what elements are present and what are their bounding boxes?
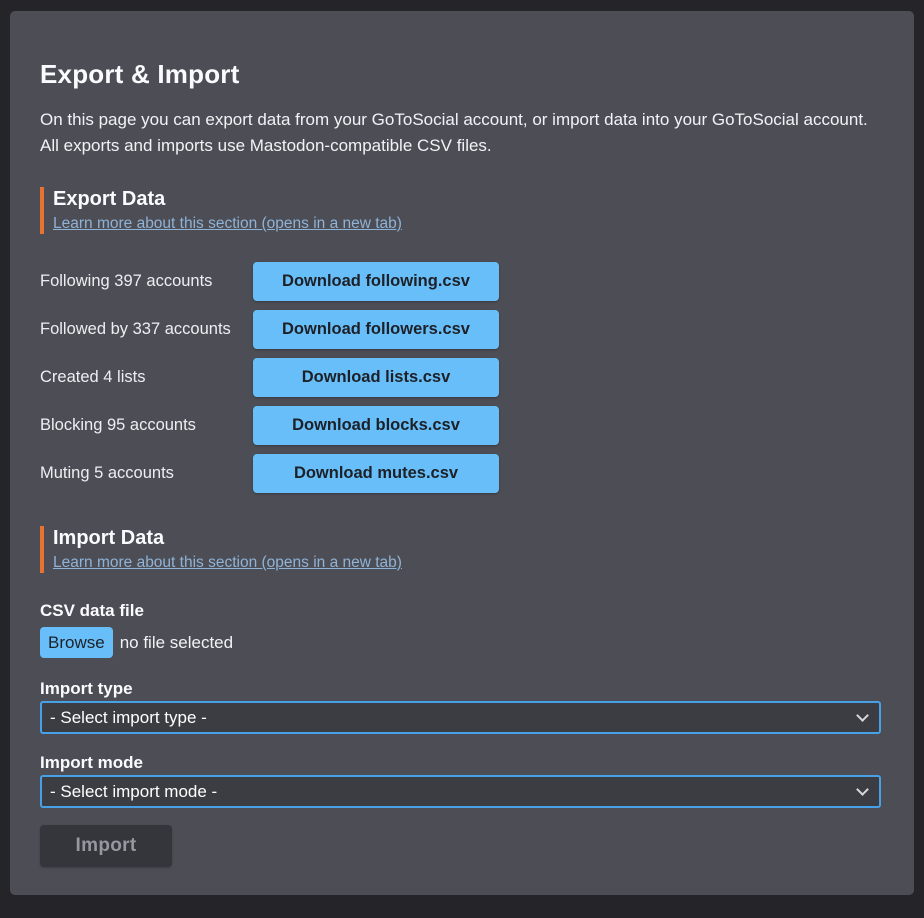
download-followers-button[interactable]: Download followers.csv [253, 310, 499, 349]
download-blocks-button[interactable]: Download blocks.csv [253, 406, 499, 445]
download-lists-button[interactable]: Download lists.csv [253, 358, 499, 397]
import-type-label: Import type [40, 679, 884, 699]
page-title: Export & Import [40, 57, 884, 91]
import-mode-label: Import mode [40, 753, 884, 773]
file-status-text: no file selected [120, 633, 233, 653]
export-section-title: Export Data [53, 187, 884, 211]
download-following-button[interactable]: Download following.csv [253, 262, 499, 301]
import-type-select-wrap: - Select import type - [40, 701, 881, 734]
import-section-title: Import Data [53, 526, 884, 550]
settings-panel: Export & Import On this page you can exp… [10, 11, 914, 895]
download-mutes-button[interactable]: Download mutes.csv [253, 454, 499, 493]
browse-button[interactable]: Browse [40, 627, 113, 658]
export-row-label: Muting 5 accounts [40, 464, 253, 483]
export-learn-more-link[interactable]: Learn more about this section (opens in … [53, 214, 402, 234]
import-section-header: Import Data Learn more about this sectio… [40, 526, 884, 573]
csv-file-label: CSV data file [40, 601, 884, 621]
import-mode-select-wrap: - Select import mode - [40, 775, 881, 808]
import-learn-more-link[interactable]: Learn more about this section (opens in … [53, 553, 402, 573]
csv-file-input: Browse no file selected [40, 627, 884, 658]
export-rows: Following 397 accounts Download followin… [40, 262, 884, 493]
page-description: On this page you can export data from yo… [40, 107, 884, 159]
import-submit-button[interactable]: Import [40, 825, 172, 867]
export-row-label: Followed by 337 accounts [40, 320, 253, 339]
export-section-header: Export Data Learn more about this sectio… [40, 187, 884, 234]
export-row-label: Following 397 accounts [40, 272, 253, 291]
export-row-label: Created 4 lists [40, 368, 253, 387]
import-mode-select[interactable]: - Select import mode - [40, 775, 881, 808]
import-type-select[interactable]: - Select import type - [40, 701, 881, 734]
export-row-label: Blocking 95 accounts [40, 416, 253, 435]
